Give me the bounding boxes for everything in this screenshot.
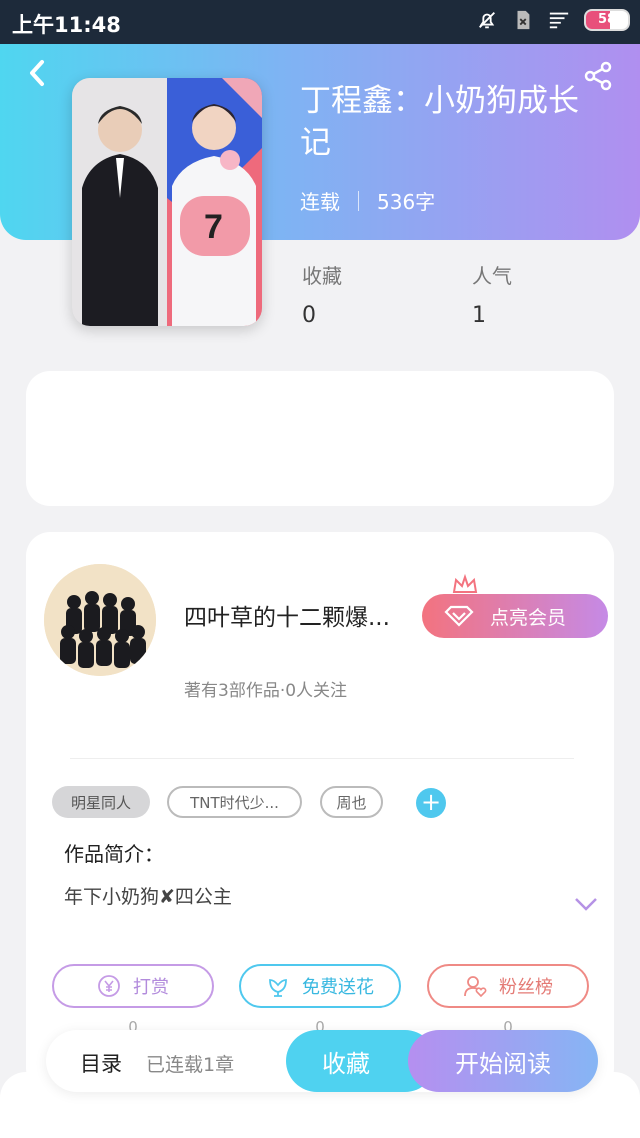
stat-popularity: 人气 1 (472, 260, 512, 328)
meta-divider (358, 190, 359, 211)
battery-indicator: 58 (584, 9, 630, 31)
battery-level: 58 (597, 12, 617, 27)
tip-label: 打赏 (133, 977, 169, 998)
blank-card (26, 371, 614, 506)
bottom-action-bar: 目录 已连载1章 收藏 开始阅读 (46, 1030, 598, 1092)
book-cover[interactable]: 7 (72, 78, 262, 326)
book-meta: 连载 536字 (300, 186, 435, 215)
diamond-icon (444, 605, 474, 627)
book-status: 连载 (300, 190, 340, 214)
section-divider (70, 758, 574, 759)
status-bar: 上午11:48 58 (0, 0, 640, 44)
intro-label: 作品简介： (64, 842, 164, 866)
book-title: 丁程鑫：小奶狗成长记 (300, 83, 579, 161)
stat-label: 收藏 (302, 264, 342, 288)
signal-icon (549, 12, 569, 29)
tag-chip[interactable]: TNT时代少... (167, 786, 302, 818)
author-works-summary: 著有3部作品·0人关注 (184, 681, 348, 701)
serial-chapter-count: 已连载1章 (146, 1054, 235, 1076)
fan-ranking-button[interactable]: 粉丝榜 (427, 964, 589, 1008)
book-word-count: 536字 (377, 190, 436, 214)
status-time: 上午11:48 (12, 13, 121, 37)
sim-off-icon (517, 10, 530, 30)
vip-button[interactable]: 点亮会员 (422, 594, 608, 638)
fan-user-icon (464, 976, 487, 998)
mute-bell-icon (479, 12, 495, 29)
start-reading-button[interactable]: 开始阅读 (408, 1030, 598, 1092)
chevron-down-icon[interactable] (574, 896, 598, 912)
toc-button[interactable]: 目录 (80, 1048, 122, 1078)
cover-image: 7 (72, 78, 262, 326)
back-arrow-icon[interactable] (24, 58, 50, 88)
author-info-card: 四叶草的十二颗爆... 著有3部作品·0人关注 点亮会员 明星同人 TNT时代少… (26, 532, 614, 1092)
fan-ranking-label: 粉丝榜 (499, 977, 553, 998)
free-flower-label: 免费送花 (302, 977, 374, 998)
intro-text: 年下小奶狗✘四公主 (64, 886, 232, 908)
flower-icon (269, 979, 287, 997)
avatar-image (44, 564, 156, 676)
stat-value: 1 (472, 303, 486, 328)
stat-label: 人气 (472, 264, 512, 288)
yen-coin-icon (98, 975, 120, 997)
crown-icon (452, 574, 478, 593)
stat-value: 0 (302, 303, 316, 328)
svg-text:7: 7 (204, 208, 223, 246)
author-avatar[interactable] (44, 564, 156, 676)
add-tag-button[interactable]: + (416, 788, 446, 818)
favorites-label: 收藏 (322, 1049, 370, 1078)
tag-chip[interactable]: 周也 (320, 786, 383, 818)
status-icons: 58 (476, 9, 630, 31)
start-reading-label: 开始阅读 (455, 1049, 551, 1078)
tip-button[interactable]: 打赏 (52, 964, 214, 1008)
tag-chip[interactable]: 明星同人 (52, 786, 150, 818)
vip-label: 点亮会员 (490, 606, 567, 629)
stat-favorites: 收藏 0 (302, 260, 342, 328)
author-name[interactable]: 四叶草的十二颗爆... (184, 598, 424, 632)
free-flower-button[interactable]: 免费送花 (239, 964, 401, 1008)
